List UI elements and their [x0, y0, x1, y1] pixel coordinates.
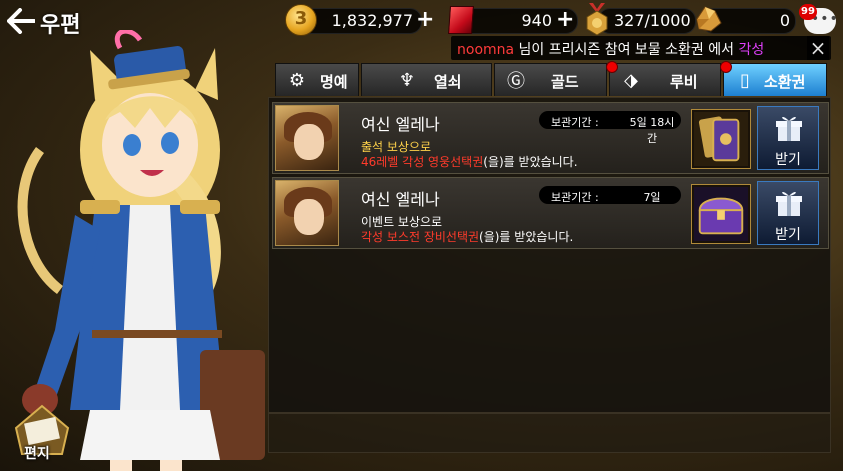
medal-icon — [586, 3, 608, 35]
back-arrow-icon[interactable] — [6, 6, 36, 36]
sender-name: 여신 엘레나 — [361, 190, 440, 209]
letter-label: 편지 — [24, 446, 50, 462]
ruby-add-button[interactable]: + — [556, 7, 574, 32]
summon-ticket-icon: ▯ — [740, 69, 750, 91]
mail-row: 여신 엘레나 보관기간 : 7일 이벤트 보상으로 각성 보스전 장비선택권(을… — [272, 177, 829, 249]
tab-ruby[interactable]: ⬗ 루비 — [606, 61, 721, 96]
ore-value: 0 — [779, 11, 790, 30]
tab-key[interactable]: ♆ 열쇠 — [361, 63, 492, 96]
gift-icon — [776, 191, 802, 216]
tab-gold[interactable]: Ⓖ 골드 — [494, 63, 607, 96]
mail-panel-footer — [268, 413, 831, 453]
stamina-value: 327/1000 — [614, 11, 691, 30]
new-indicator-dot — [720, 61, 732, 73]
ore-crystal-icon — [696, 6, 722, 32]
gold-coin-icon: 3 — [285, 4, 317, 36]
tab-honor[interactable]: ⚙ 명예 — [275, 63, 359, 96]
notice-highlight: 각성 — [738, 42, 765, 58]
gold-add-button[interactable]: + — [416, 7, 434, 32]
sender-name: 여신 엘레나 — [361, 115, 440, 134]
tab-summon-ticket[interactable]: ▯ 소환권 — [720, 61, 827, 96]
key-icon: ♆ — [398, 69, 416, 91]
page-title: 우편 — [40, 13, 81, 38]
keep-period-badge: 보관기간 : 5일 18시간 — [539, 111, 681, 145]
notice-ticker: noomna 님이 프리시즌 참여 보물 소환권 에서 각성 × — [451, 36, 831, 60]
gift-icon — [776, 116, 802, 141]
treasure-chest-icon — [691, 184, 751, 244]
close-icon[interactable]: × — [807, 36, 829, 60]
honor-icon: ⚙ — [288, 69, 306, 91]
mail-reward-text: 46레벨 각성 영웅선택권(을)를 받았습니다. — [361, 155, 578, 169]
sender-portrait — [275, 180, 339, 246]
new-indicator-dot — [606, 61, 618, 73]
ruby-value: 940 — [521, 11, 552, 30]
ruby-gem-icon — [448, 6, 474, 34]
claim-button[interactable]: 받기 — [757, 106, 819, 170]
mail-row: 여신 엘레나 보관기간 : 5일 18시간 출석 보상으로 46레벨 각성 영웅… — [272, 102, 829, 174]
notice-user: noomna — [457, 42, 515, 58]
notice-message: 님이 프리시즌 참여 보물 소환권 에서 — [514, 42, 739, 58]
keep-period-badge: 보관기간 : 7일 — [539, 186, 681, 204]
gold-value: 1,832,977 — [331, 11, 413, 30]
claim-button[interactable]: 받기 — [757, 181, 819, 245]
hero-card-icon — [691, 109, 751, 169]
sender-portrait — [275, 105, 339, 171]
gold-icon: Ⓖ — [507, 71, 525, 92]
mail-reward-text: 각성 보스전 장비선택권(을)를 받았습니다. — [361, 230, 574, 244]
ruby-tab-icon: ⬗ — [624, 69, 638, 91]
chat-badge: 99 — [799, 4, 817, 20]
